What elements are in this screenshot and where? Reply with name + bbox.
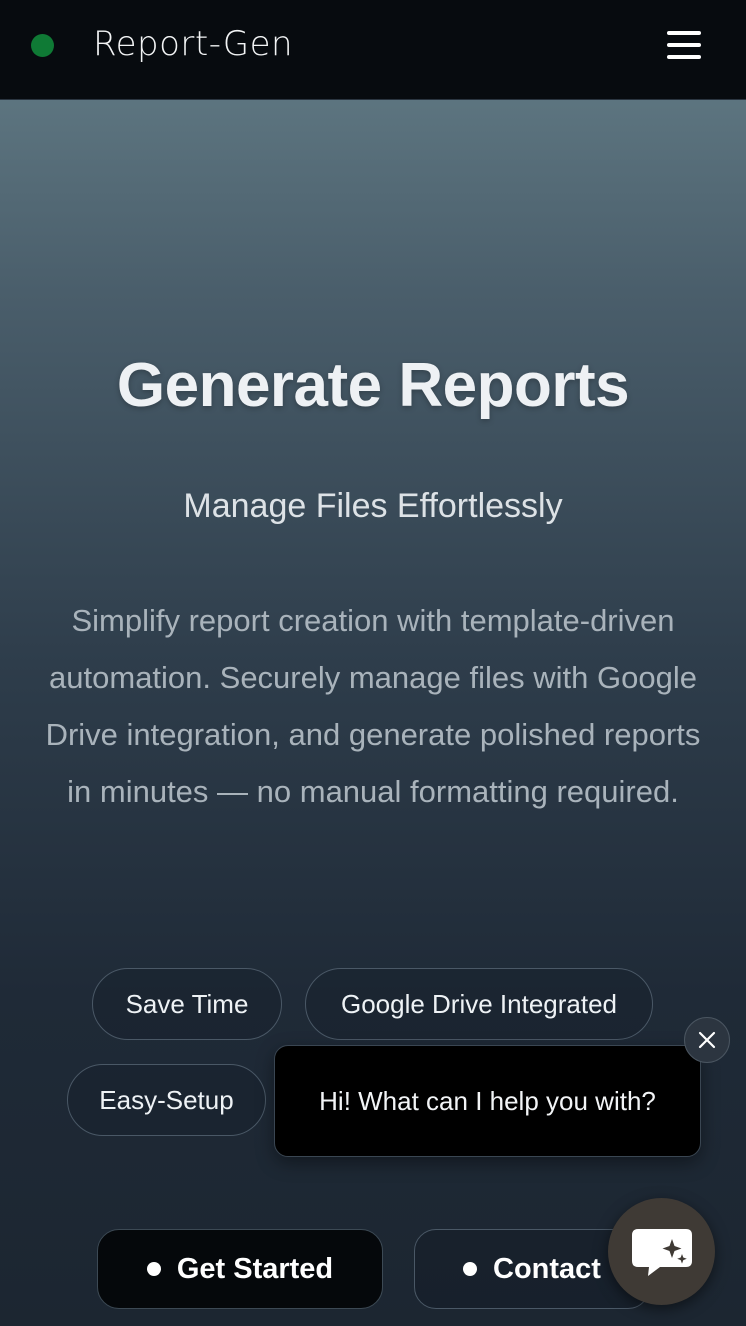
bullet-dot-icon	[463, 1262, 478, 1276]
get-started-label: Get Started	[176, 1252, 334, 1285]
top-navbar: Report-Gen	[0, 0, 746, 100]
hamburger-menu-icon[interactable]	[664, 28, 704, 62]
landing-page: Report-Gen Generate Reports Manage Files…	[0, 0, 746, 1326]
feature-chip-google-drive: Google Drive Integrated	[305, 968, 653, 1040]
close-icon[interactable]	[684, 1017, 730, 1063]
get-started-button[interactable]: Get Started	[97, 1229, 383, 1309]
contact-label: Contact	[493, 1252, 601, 1285]
feature-chip-easy-setup: Easy-Setup	[67, 1064, 266, 1136]
hero-subtitle: Manage Files Effortlessly	[183, 487, 563, 525]
feature-chip-save-time: Save Time	[92, 968, 282, 1040]
hero-title: Generate Reports	[116, 351, 630, 420]
chat-greeting-bubble[interactable]: Hi! What can I help you with?	[274, 1045, 701, 1157]
close-x-glyph	[698, 1031, 716, 1049]
status-dot-icon	[31, 34, 54, 57]
brand-name[interactable]: Report-Gen	[93, 24, 293, 64]
chat-greeting-text: Hi! What can I help you with?	[319, 1085, 656, 1116]
chat-sparkle-icon	[631, 1228, 692, 1276]
hero-description: Simplify report creation with template-d…	[45, 603, 701, 809]
chat-launcher-button[interactable]	[608, 1198, 715, 1305]
bullet-dot-icon	[146, 1262, 161, 1276]
